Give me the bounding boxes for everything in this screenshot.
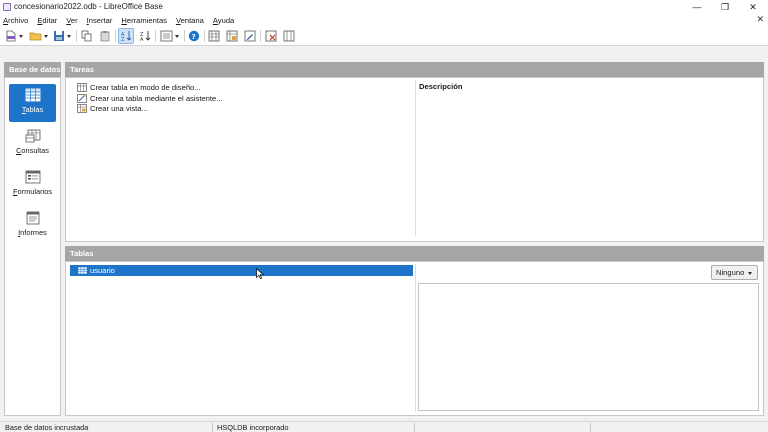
- new-document-icon: [6, 30, 16, 42]
- open-button[interactable]: [27, 28, 49, 44]
- nav-formularios-label: Formularios: [12, 187, 52, 196]
- status-database-type: Base de datos incrustada: [5, 423, 89, 432]
- chevron-down-icon: [748, 272, 752, 275]
- preview-area: [418, 283, 759, 411]
- nav-formularios[interactable]: Formularios: [9, 166, 56, 204]
- status-engine: HSQLDB incorporado: [217, 423, 289, 432]
- base-app-icon: [3, 3, 11, 11]
- task-create-table-design[interactable]: Crear tabla en modo de diseño...: [77, 82, 201, 92]
- close-window-button[interactable]: ✕: [739, 0, 767, 14]
- mouse-cursor-icon: [256, 268, 264, 279]
- paste-button[interactable]: [97, 28, 113, 44]
- copy-icon: [81, 30, 92, 42]
- view-icon: [77, 103, 87, 113]
- svg-text:Z: Z: [121, 37, 125, 42]
- query-design-button[interactable]: [224, 28, 240, 44]
- close-document-button[interactable]: ✕: [756, 14, 764, 25]
- tasks-divider: [415, 80, 416, 236]
- table-properties-button[interactable]: [281, 28, 297, 44]
- table-design-icon: [77, 82, 87, 92]
- tables-divider: [415, 264, 416, 412]
- database-panel-header: Base de datos: [4, 62, 61, 77]
- table-design-button[interactable]: [206, 28, 222, 44]
- delete-button[interactable]: [263, 28, 279, 44]
- task-create-table-design-label: Crear tabla en modo de diseño...: [90, 82, 201, 92]
- menu-herramientas[interactable]: Herramientas: [121, 16, 167, 25]
- nav-consultas-label: Consultas: [16, 146, 49, 155]
- menu-ayuda[interactable]: Ayuda: [213, 16, 234, 25]
- copy-button[interactable]: [79, 28, 95, 44]
- reports-icon: [26, 211, 39, 225]
- nav-informes-label: Informes: [18, 228, 47, 237]
- tasks-panel-header: Tareas: [65, 62, 764, 77]
- forms-icon: [25, 170, 40, 184]
- help-button[interactable]: ?: [186, 28, 202, 44]
- menu-bar: Archivo Editar Ver Insertar Herramientas…: [0, 14, 768, 26]
- edit-button[interactable]: [242, 28, 258, 44]
- task-create-view[interactable]: Crear una vista...: [77, 103, 148, 113]
- nav-tablas-label: Tablas: [21, 105, 44, 114]
- sort-ascending-button[interactable]: AZ: [118, 28, 134, 44]
- menu-ventana[interactable]: Ventana: [176, 16, 204, 25]
- task-create-view-label: Crear una vista...: [90, 103, 148, 113]
- new-button[interactable]: [3, 28, 25, 44]
- description-title: Descripción: [419, 82, 463, 91]
- query-icon: [226, 30, 238, 42]
- table-icon: [208, 30, 220, 42]
- paste-icon: [100, 31, 110, 42]
- sort-descending-button[interactable]: ZA: [137, 28, 153, 44]
- maximize-button[interactable]: ❐: [711, 0, 739, 14]
- toolbar: AZ ZA ?: [0, 26, 768, 46]
- table-icon: [78, 267, 87, 274]
- menu-ver[interactable]: Ver: [66, 16, 77, 25]
- save-button[interactable]: [51, 28, 73, 44]
- table-row[interactable]: usuario: [70, 265, 413, 276]
- view-options-button[interactable]: [157, 28, 181, 44]
- preview-mode-select[interactable]: Ninguno: [711, 265, 758, 280]
- window-title: concesionario2022.odb - LibreOffice Base: [14, 2, 163, 11]
- wizard-icon: [77, 93, 87, 103]
- nav-tablas[interactable]: Tablas: [9, 84, 56, 122]
- menu-insertar[interactable]: Insertar: [87, 16, 113, 25]
- table-name: usuario: [90, 266, 115, 275]
- open-folder-icon: [29, 32, 41, 41]
- save-icon: [54, 31, 64, 41]
- task-create-table-wizard-label: Crear una tabla mediante el asistente...: [90, 93, 223, 103]
- task-create-table-wizard[interactable]: Crear una tabla mediante el asistente...: [77, 93, 223, 103]
- menu-editar[interactable]: Editar: [37, 16, 57, 25]
- svg-text:A: A: [140, 37, 144, 42]
- tables-panel-header: Tablas: [65, 246, 764, 261]
- nav-informes[interactable]: Informes: [9, 207, 56, 245]
- delete-icon: [265, 30, 277, 42]
- tables-icon: [25, 88, 40, 102]
- view-options-icon: [160, 30, 172, 42]
- edit-icon: [244, 30, 256, 42]
- sort-descending-icon: ZA: [140, 31, 151, 42]
- svg-text:?: ?: [192, 33, 196, 41]
- title-bar: concesionario2022.odb - LibreOffice Base…: [0, 0, 768, 14]
- table-properties-icon: [283, 30, 295, 42]
- sort-ascending-icon: AZ: [121, 31, 132, 42]
- nav-consultas[interactable]: Consultas: [9, 125, 56, 163]
- help-icon: ?: [188, 30, 200, 42]
- queries-icon: [25, 129, 40, 143]
- menu-archivo[interactable]: Archivo: [3, 16, 28, 25]
- minimize-button[interactable]: —: [683, 0, 711, 14]
- preview-mode-value: Ninguno: [716, 268, 745, 277]
- status-bar: Base de datos incrustada HSQLDB incorpor…: [0, 421, 768, 432]
